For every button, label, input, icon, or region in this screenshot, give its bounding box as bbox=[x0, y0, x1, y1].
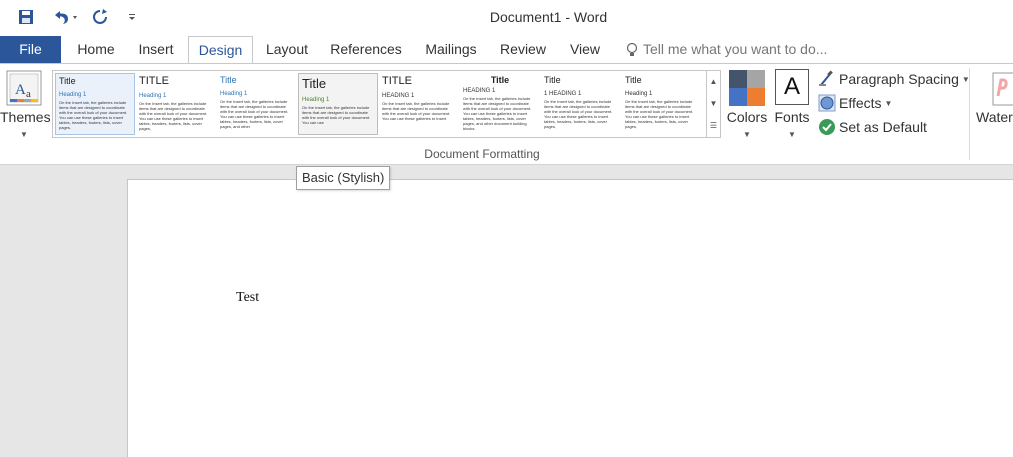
document-area: Test bbox=[0, 165, 1013, 457]
style-set-item[interactable]: Title Heading 1 On the Insert tab, the g… bbox=[55, 73, 135, 135]
tab-file[interactable]: File bbox=[0, 36, 61, 63]
set-as-default-button[interactable]: Set as Default bbox=[818, 116, 927, 138]
style-set-item[interactable]: TITLE Heading 1 On the Insert tab, the g… bbox=[136, 73, 216, 135]
chevron-down-icon: ▼ bbox=[743, 130, 751, 139]
document-formatting-group-label: Document Formatting bbox=[424, 147, 540, 161]
style-title: TITLE bbox=[382, 75, 412, 87]
set-as-default-label: Set as Default bbox=[839, 119, 927, 135]
effects-icon bbox=[818, 94, 836, 112]
style-body: On the Insert tab, the galleries include… bbox=[59, 100, 128, 130]
tab-mailings[interactable]: Mailings bbox=[416, 36, 486, 63]
style-set-item[interactable]: Title Heading 1 On the Insert tab, the g… bbox=[217, 73, 297, 135]
tell-me-box[interactable]: Tell me what you want to do... bbox=[625, 36, 827, 63]
style-title: Title bbox=[625, 75, 642, 85]
style-title: Title bbox=[59, 76, 76, 86]
style-body: On the Insert tab, the galleries include… bbox=[382, 101, 451, 121]
tab-insert[interactable]: Insert bbox=[130, 36, 182, 63]
style-set-gallery: Title Heading 1 On the Insert tab, the g… bbox=[52, 70, 707, 138]
design-ribbon: A a Themes ▼ Title Heading 1 On the Inse… bbox=[0, 63, 1013, 165]
chevron-down-icon: ▼ bbox=[884, 98, 893, 108]
themes-button[interactable]: A a Themes ▼ bbox=[0, 66, 51, 144]
tab-design[interactable]: Design bbox=[188, 36, 253, 64]
style-set-item[interactable]: Title Heading 1 On the Insert tab, the g… bbox=[622, 73, 702, 135]
group-separator bbox=[969, 68, 970, 160]
colors-button[interactable]: Colors ▼ bbox=[726, 66, 768, 144]
tab-layout[interactable]: Layout bbox=[259, 36, 315, 63]
fonts-icon: A bbox=[775, 69, 809, 105]
color-swatch-2 bbox=[747, 70, 765, 88]
paragraph-spacing-label: Paragraph Spacing bbox=[839, 71, 959, 87]
style-set-item[interactable]: Title HEADING 1 On the Insert tab, the g… bbox=[460, 73, 540, 135]
document-text[interactable]: Test bbox=[236, 290, 259, 306]
style-heading: Heading 1 bbox=[139, 93, 167, 99]
svg-text:A: A bbox=[15, 82, 26, 98]
themes-icon: A a bbox=[6, 70, 42, 106]
style-body: On the Insert tab, the galleries include… bbox=[625, 99, 694, 129]
style-tooltip: Basic (Stylish) bbox=[296, 166, 391, 190]
lightbulb-icon bbox=[626, 42, 638, 56]
title-bar: Document1 - Word bbox=[0, 0, 1013, 36]
style-heading: Heading 1 bbox=[220, 91, 248, 97]
style-title: TITLE bbox=[139, 75, 169, 87]
ribbon-tabs: File Home Insert Design Layout Reference… bbox=[0, 36, 1013, 64]
gallery-scroll-down-icon[interactable]: ▼ bbox=[707, 93, 720, 115]
paragraph-spacing-icon bbox=[819, 70, 833, 86]
style-heading: Heading 1 bbox=[302, 97, 330, 103]
fonts-button[interactable]: A Fonts ▼ bbox=[772, 66, 812, 144]
style-body: On the Insert tab, the galleries include… bbox=[463, 96, 532, 131]
style-heading: 1 HEADING 1 bbox=[544, 91, 582, 97]
watermark-label: Waterm bbox=[976, 109, 1013, 125]
gallery-more-icon[interactable]: ☰ bbox=[707, 115, 720, 137]
style-body: On the Insert tab, the galleries include… bbox=[302, 105, 371, 125]
style-set-item[interactable]: Title 1 HEADING 1 On the Insert tab, the… bbox=[541, 73, 621, 135]
word-window: Document1 - Word File Home Insert Design… bbox=[0, 0, 1013, 457]
style-heading: Heading 1 bbox=[59, 92, 87, 98]
color-swatch-3 bbox=[729, 88, 747, 106]
gallery-scroll-up-icon[interactable]: ▲ bbox=[707, 71, 720, 93]
color-swatch-1 bbox=[729, 70, 747, 88]
colors-label: Colors bbox=[726, 109, 768, 125]
effects-button[interactable]: Effects ▼ bbox=[818, 92, 892, 114]
style-heading: HEADING 1 bbox=[463, 88, 496, 94]
style-body: On the Insert tab, the galleries include… bbox=[544, 99, 613, 129]
style-heading: HEADING 1 bbox=[382, 93, 415, 99]
style-heading: Heading 1 bbox=[625, 91, 653, 97]
watermark-icon bbox=[992, 72, 1013, 106]
tell-me-placeholder: Tell me what you want to do... bbox=[643, 41, 828, 57]
style-body: On the Insert tab, the galleries include… bbox=[139, 101, 208, 131]
style-title: Title bbox=[490, 75, 510, 85]
tab-view[interactable]: View bbox=[560, 36, 610, 63]
style-title: Title bbox=[302, 76, 327, 91]
gallery-scrollbar: ▲ ▼ ☰ bbox=[707, 70, 721, 138]
style-title: Title bbox=[220, 75, 237, 85]
effects-label: Effects bbox=[839, 95, 882, 111]
style-set-item[interactable]: TITLE HEADING 1 On the Insert tab, the g… bbox=[379, 73, 459, 135]
color-swatch-4 bbox=[747, 88, 765, 106]
checkmark-icon bbox=[819, 119, 835, 135]
colors-icon bbox=[729, 70, 765, 106]
tab-references[interactable]: References bbox=[324, 36, 408, 63]
chevron-down-icon: ▼ bbox=[20, 130, 28, 139]
tab-review[interactable]: Review bbox=[494, 36, 552, 63]
fonts-label: Fonts bbox=[774, 109, 810, 125]
style-title: Title bbox=[544, 75, 561, 85]
style-set-item[interactable]: Title Heading 1 On the Insert tab, the g… bbox=[298, 73, 378, 135]
paragraph-spacing-button[interactable]: Paragraph Spacing ▼ bbox=[818, 68, 970, 90]
svg-text:a: a bbox=[26, 88, 31, 100]
style-body: On the Insert tab, the galleries include… bbox=[220, 99, 289, 129]
tab-home[interactable]: Home bbox=[68, 36, 124, 63]
document-page[interactable]: Test bbox=[127, 179, 1013, 457]
chevron-down-icon: ▼ bbox=[788, 130, 796, 139]
themes-label: Themes bbox=[0, 109, 51, 125]
window-title: Document1 - Word bbox=[489, 9, 608, 25]
watermark-button[interactable]: Waterm bbox=[974, 66, 1013, 144]
